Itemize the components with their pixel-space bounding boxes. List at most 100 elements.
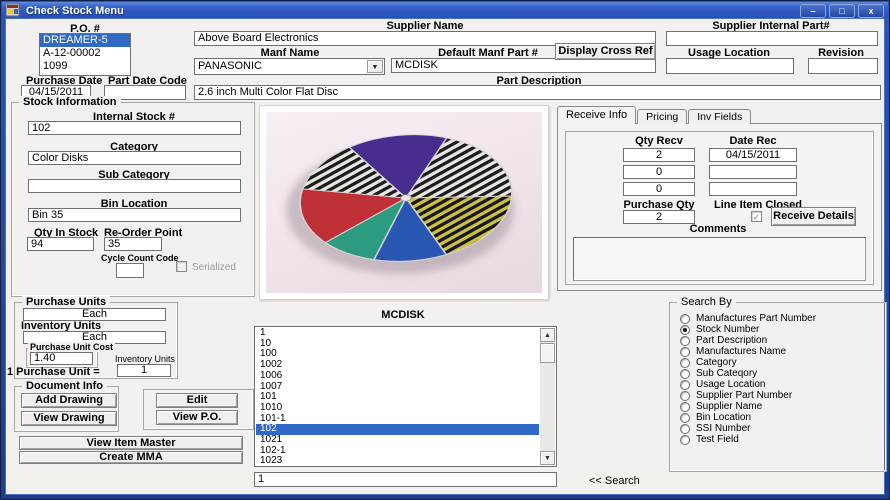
date-rec-field[interactable] <box>709 182 797 196</box>
search-filter-input[interactable]: 1 <box>254 472 557 487</box>
reorder-point-field[interactable]: 35 <box>104 237 162 251</box>
searchby-option-label: Sub Cateqory <box>696 368 758 379</box>
po-list-item[interactable]: 1099 <box>40 60 130 73</box>
qty-in-stock-field[interactable]: 94 <box>27 237 94 251</box>
date-rec-field[interactable] <box>709 165 797 179</box>
searchby-option[interactable]: Stock Number <box>680 324 882 335</box>
po-listbox[interactable]: DREAMER-5 A-12-00002 1099 <box>39 33 131 76</box>
tab-inv-fields[interactable]: Inv Fields <box>688 109 752 124</box>
po-list-item[interactable]: A-12-00002 <box>40 47 130 60</box>
minimize-button[interactable]: – <box>800 3 826 18</box>
searchby-option-label: Supplier Part Number <box>696 390 793 401</box>
search-by-title: Search By <box>677 296 736 309</box>
searchby-option[interactable]: SSI Number <box>680 423 882 434</box>
line-item-closed-checkbox[interactable]: ✓ <box>751 211 762 222</box>
display-cross-ref-button[interactable]: Display Cross Ref <box>555 43 656 60</box>
searchby-option-label: Manufactures Part Number <box>696 313 817 324</box>
edit-button[interactable]: Edit <box>156 393 238 408</box>
date-rec-field[interactable]: 04/15/2011 <box>709 148 797 162</box>
searchby-option[interactable]: Manufactures Name <box>680 346 882 357</box>
searchby-option[interactable]: Supplier Name <box>680 401 882 412</box>
date-rec-label: Date Rec <box>729 135 777 147</box>
part-list-scrollbar[interactable]: ▲ ▼ <box>540 328 555 465</box>
one-purchase-unit-field[interactable]: 1 <box>117 364 171 377</box>
part-list-item[interactable]: 101-1 <box>256 413 539 425</box>
po-list-item[interactable]: DREAMER-5 <box>40 34 130 47</box>
comments-box[interactable] <box>573 237 866 281</box>
purchase-unit-cost-field[interactable]: 1.40 <box>30 352 93 365</box>
supplier-internal-part-field[interactable] <box>666 31 878 46</box>
searchby-option[interactable]: Manufactures Part Number <box>680 313 882 324</box>
close-button[interactable]: x <box>858 3 884 18</box>
radio-icon <box>680 335 690 346</box>
view-item-master-button[interactable]: View Item Master <box>19 436 243 450</box>
sub-category-field[interactable] <box>28 179 241 193</box>
tab-pricing[interactable]: Pricing <box>637 109 688 124</box>
tab-receive-info[interactable]: Receive Info <box>557 106 637 124</box>
view-drawing-button[interactable]: View Drawing <box>21 411 117 426</box>
searchby-option-label: Stock Number <box>696 324 760 335</box>
create-mma-button[interactable]: Create MMA <box>19 451 243 464</box>
searchby-option[interactable]: Supplier Part Number <box>680 390 882 401</box>
searchby-option[interactable]: Category <box>680 357 882 368</box>
part-list-item[interactable]: 102 <box>256 424 539 436</box>
part-listbox[interactable]: 1 10 100 1002 1006 1007 101 1010 101-1 102 1021 102… <box>254 326 557 467</box>
category-field[interactable]: Color Disks <box>28 151 241 165</box>
radio-icon <box>680 412 690 423</box>
manf-name-combo[interactable]: PANASONIC ▼ <box>194 58 385 75</box>
receive-details-button[interactable]: Receive Details <box>771 207 856 226</box>
qty-recv-field[interactable]: 2 <box>623 148 695 162</box>
view-po-button[interactable]: View P.O. <box>156 410 238 425</box>
searchby-option[interactable]: Test Field <box>680 434 882 445</box>
part-list-item[interactable]: 1023 <box>256 456 539 466</box>
purchase-unit-cost-label: Purchase Unit Cost <box>28 342 116 352</box>
bin-location-field[interactable]: Bin 35 <box>28 208 241 222</box>
searchby-option-label: Manufactures Name <box>696 346 787 357</box>
part-list-item[interactable]: 101 <box>256 392 539 403</box>
part-list-item[interactable]: 1006 <box>256 370 539 382</box>
searchby-option-label: Usage Location <box>696 379 766 390</box>
part-list-item[interactable]: 100 <box>256 349 539 360</box>
radio-icon <box>680 434 690 445</box>
one-purchase-unit-label: 1 Purchase Unit = <box>7 366 100 378</box>
internal-stock-field[interactable]: 102 <box>28 121 241 135</box>
revision-field[interactable] <box>808 58 878 74</box>
qty-recv-field[interactable]: 0 <box>623 182 695 196</box>
app-window: Check Stock Menu – □ x P.O. # DREAMER-5 A… <box>0 0 890 500</box>
part-list-item[interactable]: 1010 <box>256 402 539 414</box>
serialized-checkbox[interactable] <box>176 261 187 272</box>
document-info-title: Document Info <box>22 380 107 393</box>
maximize-button[interactable]: □ <box>829 3 855 18</box>
part-list-item[interactable]: 1007 <box>256 381 539 393</box>
part-list-item[interactable]: 10 <box>256 338 539 350</box>
searchby-option[interactable]: Bin Location <box>680 412 882 423</box>
default-manf-part-field[interactable]: MCDISK <box>391 58 656 73</box>
scroll-down-icon[interactable]: ▼ <box>540 451 555 465</box>
part-list-item[interactable]: 102-1 <box>256 445 539 457</box>
part-list-item[interactable]: 1021 <box>256 434 539 446</box>
dropdown-arrow-icon[interactable]: ▼ <box>367 60 383 73</box>
manf-name-value: PANASONIC <box>198 60 262 72</box>
title-bar: Check Stock Menu – □ x <box>2 2 888 19</box>
searchby-option[interactable]: Part Description <box>680 335 882 346</box>
part-list-item[interactable]: 1 <box>256 327 539 339</box>
search-by-options: Manufactures Part Number Stock Number Part… <box>680 313 882 445</box>
searchby-option[interactable]: Sub Cateqory <box>680 368 882 379</box>
scroll-up-icon[interactable]: ▲ <box>540 328 555 342</box>
radio-icon <box>680 423 690 434</box>
window-title: Check Stock Menu <box>26 4 124 17</box>
part-photo-frame <box>259 105 549 300</box>
usage-location-field[interactable] <box>666 58 794 74</box>
qty-recv-field[interactable]: 0 <box>623 165 695 179</box>
cycle-count-code-field[interactable] <box>116 263 144 278</box>
radio-icon <box>680 324 690 335</box>
add-drawing-button[interactable]: Add Drawing <box>21 393 117 408</box>
searchby-option-label: SSI Number <box>696 423 751 434</box>
searchby-option[interactable]: Usage Location <box>680 379 882 390</box>
part-list-item[interactable]: 1002 <box>256 359 539 371</box>
part-description-field[interactable]: 2.6 inch Multi Color Flat Disc <box>194 85 881 100</box>
searchby-option-label: Supplier Name <box>696 401 763 412</box>
radio-icon <box>680 379 690 390</box>
scrollbar-thumb[interactable] <box>540 343 555 363</box>
purchase-qty-field[interactable]: 2 <box>623 210 695 224</box>
